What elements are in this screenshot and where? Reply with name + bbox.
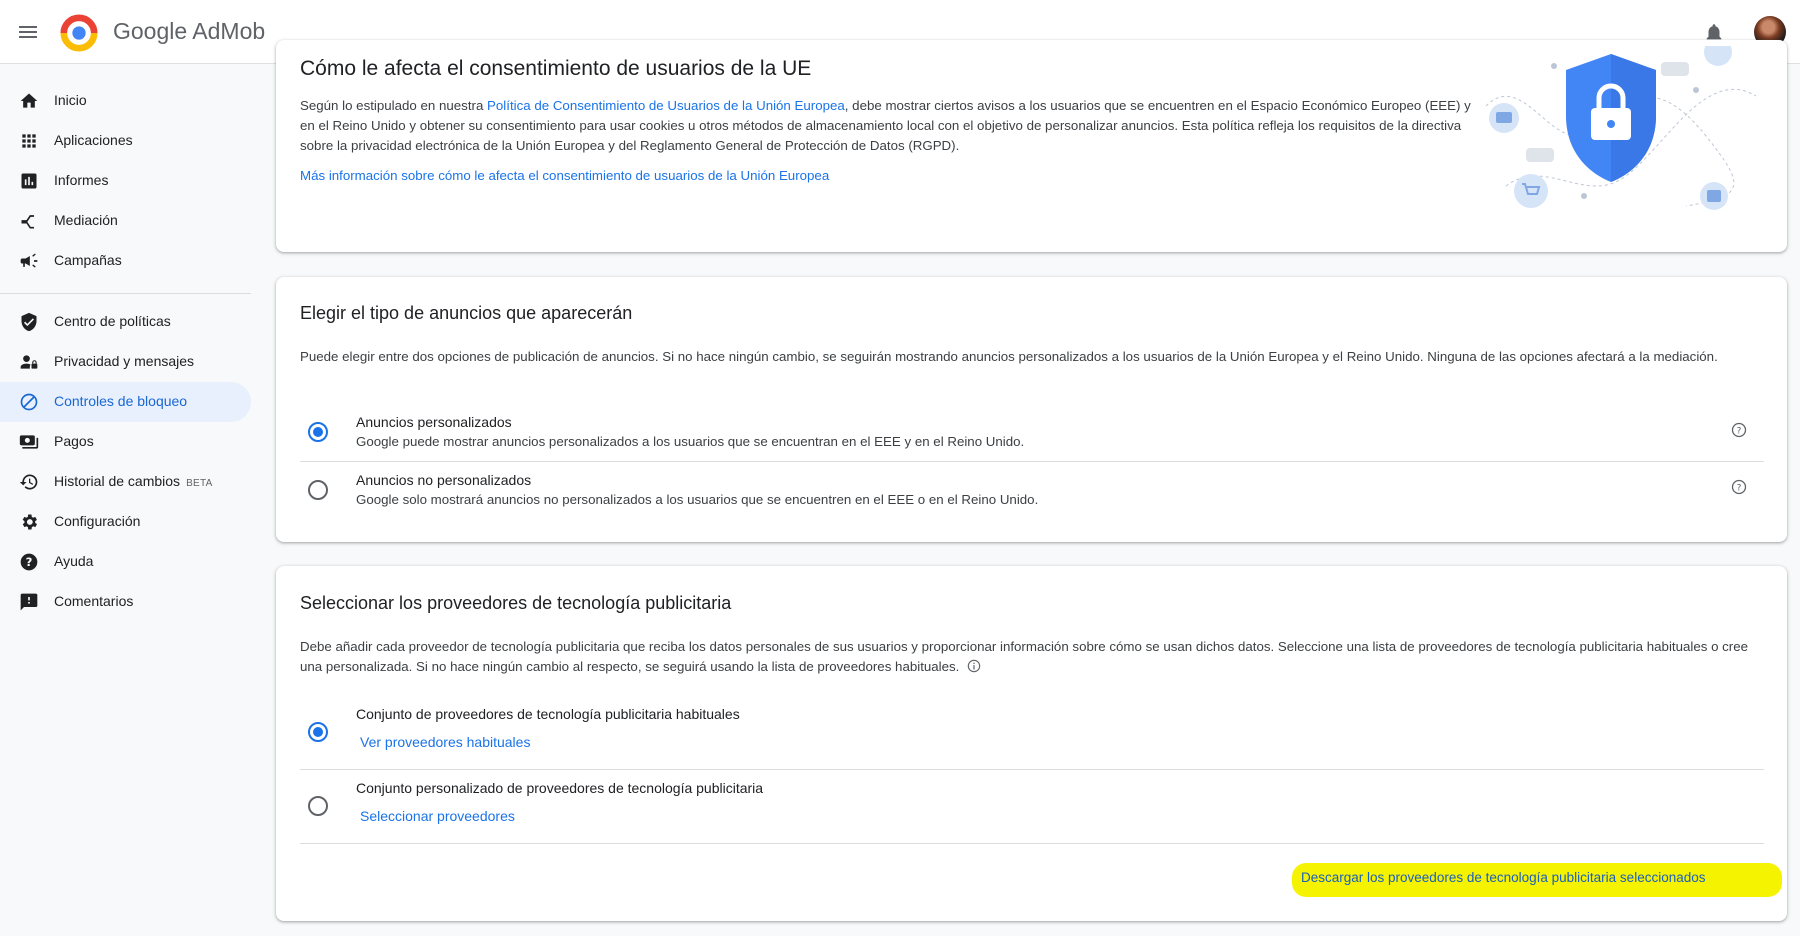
ad-type-card: Elegir el tipo de anuncios que aparecerá… xyxy=(276,277,1787,542)
svg-text:?: ? xyxy=(1737,427,1742,437)
common-providers-title: Conjunto de proveedores de tecnología pu… xyxy=(356,706,740,722)
beta-badge: BETA xyxy=(186,478,213,489)
sidebar-item-label: Campañas xyxy=(54,252,122,268)
sidebar-item-configuracion[interactable]: Configuración xyxy=(0,502,251,542)
sidebar-item-label: Informes xyxy=(54,172,109,188)
sidebar-item-ayuda[interactable]: ? Ayuda xyxy=(0,542,251,582)
providers-description: Debe añadir cada proveedor de tecnología… xyxy=(300,637,1770,677)
help-circle-icon[interactable]: ? xyxy=(1731,422,1747,438)
providers-title: Seleccionar los proveedores de tecnologí… xyxy=(300,593,732,613)
sidebar-item-comentarios[interactable]: Comentarios xyxy=(0,582,251,622)
ad-tech-providers-card: Seleccionar los proveedores de tecnologí… xyxy=(276,566,1787,921)
common-providers-radio[interactable] xyxy=(308,722,328,742)
mediation-icon xyxy=(21,215,34,229)
sidebar-item-label: Centro de políticas xyxy=(54,313,171,329)
option-divider xyxy=(300,769,1764,770)
ad-type-description: Puede elegir entre dos opciones de publi… xyxy=(300,349,1718,364)
bar-chart-icon xyxy=(21,173,37,189)
eu-consent-card: Cómo le afecta el consentimiento de usua… xyxy=(276,40,1787,252)
sidebar-item-historial[interactable]: Historial de cambios BETA xyxy=(0,462,251,502)
sidebar-item-label: Mediación xyxy=(54,212,118,228)
sidebar-item-label: Inicio xyxy=(54,92,87,108)
download-selected-providers-link[interactable]: Descargar los proveedores de tecnología … xyxy=(1301,870,1706,885)
sidebar-item-label: Ayuda xyxy=(54,553,94,569)
sidebar-item-campanas[interactable]: Campañas xyxy=(0,241,251,281)
info-icon[interactable] xyxy=(967,659,981,673)
feedback-icon xyxy=(20,593,38,611)
person-privacy-icon xyxy=(20,355,38,369)
sidebar-item-label: Pagos xyxy=(54,433,94,449)
personalized-ads-description: Google puede mostrar anuncios personaliz… xyxy=(356,434,1025,449)
brand-prefix: Google xyxy=(113,18,188,44)
sidebar-item-label: Controles de bloqueo xyxy=(54,393,188,409)
sidebar-item-aplicaciones[interactable]: Aplicaciones xyxy=(0,121,251,161)
sidebar-item-label: Historial de cambios BETA xyxy=(54,473,213,489)
payments-icon xyxy=(19,435,39,449)
custom-providers-title: Conjunto personalizado de proveedores de… xyxy=(356,780,764,796)
svg-text:?: ? xyxy=(26,555,33,569)
history-icon xyxy=(19,474,38,490)
sidebar-item-label: Aplicaciones xyxy=(54,132,133,148)
select-providers-link[interactable]: Seleccionar proveedores xyxy=(360,808,515,824)
help-circle-icon[interactable]: ? xyxy=(1731,479,1747,495)
non-personalized-ads-description: Google solo mostrará anuncios no persona… xyxy=(356,492,1039,507)
privacy-shield-illustration xyxy=(1485,46,1757,210)
shield-check-icon xyxy=(21,312,37,332)
home-icon xyxy=(20,93,38,108)
sidebar-divider xyxy=(0,293,251,294)
custom-providers-radio[interactable] xyxy=(308,796,328,816)
hamburger-menu-icon[interactable] xyxy=(16,20,40,44)
brand-name: AdMob xyxy=(192,18,266,44)
eu-policy-link[interactable]: Política de Consentimiento de Usuarios d… xyxy=(487,98,845,113)
sidebar-item-label-text: Historial de cambios xyxy=(54,473,181,489)
sidebar-item-privacidad[interactable]: Privacidad y mensajes xyxy=(0,342,251,382)
ad-type-title: Elegir el tipo de anuncios que aparecerá… xyxy=(300,303,633,323)
megaphone-icon xyxy=(20,253,38,268)
sidebar: Inicio Aplicaciones Informes Mediación C… xyxy=(0,64,252,936)
personalized-ads-radio[interactable] xyxy=(308,422,328,442)
sidebar-item-inicio[interactable]: Inicio xyxy=(0,81,251,121)
providers-description-text: Debe añadir cada proveedor de tecnología… xyxy=(300,639,1749,674)
option-divider xyxy=(300,461,1764,462)
sidebar-item-controles-bloqueo[interactable]: Controles de bloqueo xyxy=(0,382,251,422)
sidebar-item-informes[interactable]: Informes xyxy=(0,161,251,201)
app-brand: Google AdMob xyxy=(113,18,265,45)
block-icon xyxy=(20,393,38,411)
sidebar-item-label: Comentarios xyxy=(54,593,134,609)
apps-grid-icon xyxy=(22,134,36,148)
gear-icon xyxy=(22,514,37,530)
eu-consent-title: Cómo le afecta el consentimiento de usua… xyxy=(300,57,812,80)
sidebar-item-pagos[interactable]: Pagos xyxy=(0,422,251,462)
view-common-providers-link[interactable]: Ver proveedores habituales xyxy=(360,734,530,750)
admob-logo xyxy=(60,14,98,52)
sidebar-item-mediacion[interactable]: Mediación xyxy=(0,201,251,241)
eu-more-info-link[interactable]: Más información sobre cómo le afecta el … xyxy=(300,166,829,186)
eu-consent-description: Según lo estipulado en nuestra Política … xyxy=(300,96,1480,156)
help-icon: ? xyxy=(20,553,38,571)
non-personalized-ads-title: Anuncios no personalizados xyxy=(356,472,532,488)
personalized-ads-title: Anuncios personalizados xyxy=(356,414,512,430)
sidebar-item-label: Configuración xyxy=(54,513,141,529)
option-divider xyxy=(300,843,1764,844)
non-personalized-ads-radio[interactable] xyxy=(308,480,328,500)
eu-consent-text-start: Según lo estipulado en nuestra xyxy=(300,98,488,113)
sidebar-item-label: Privacidad y mensajes xyxy=(54,353,195,369)
svg-text:?: ? xyxy=(1737,484,1742,494)
sidebar-item-centro-politicas[interactable]: Centro de políticas xyxy=(0,302,251,342)
